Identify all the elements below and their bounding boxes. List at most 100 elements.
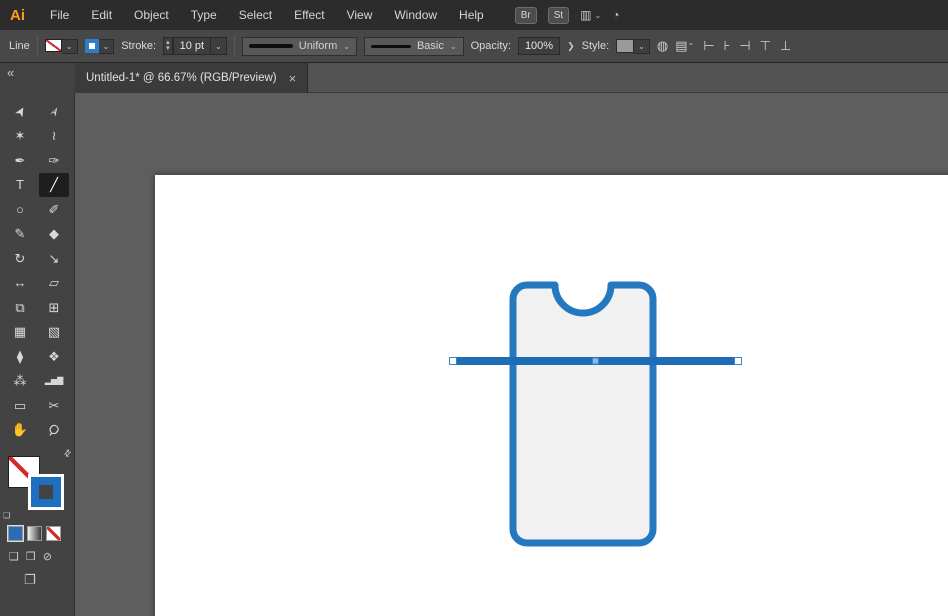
hand-tool[interactable]: ✋ — [5, 418, 35, 443]
selection-tool[interactable]: ➤ — [5, 99, 35, 124]
draw-normal-icon[interactable]: ❑ — [9, 550, 19, 563]
bridge-button[interactable]: Br — [515, 7, 537, 24]
panel-label: Line — [9, 40, 30, 52]
tab-close-icon[interactable]: × — [289, 71, 297, 86]
type-tool[interactable]: T — [5, 173, 35, 198]
stroke-swatch[interactable] — [28, 474, 64, 510]
menu-type[interactable]: Type — [180, 8, 228, 22]
stock-button[interactable]: St — [548, 7, 569, 24]
screen-mode-icon[interactable]: ❐ — [24, 572, 36, 587]
stepper-down-icon[interactable]: ▾ — [166, 46, 170, 52]
panel-collapse-button[interactable]: « — [0, 63, 75, 93]
free-transform-icon: ▱ — [49, 276, 59, 289]
ellipse-tool[interactable]: ○ — [5, 197, 35, 222]
stroke-weight-input[interactable]: 10 pt — [173, 37, 211, 55]
blend-tool[interactable]: ❖ — [39, 344, 69, 369]
gradient-button[interactable] — [27, 526, 42, 541]
menu-view[interactable]: View — [336, 8, 384, 22]
artwork-layer — [75, 93, 948, 616]
column-graph-icon: ▂▅▇ — [45, 377, 63, 385]
lasso-tool[interactable]: ≀ — [39, 124, 69, 149]
gradient-icon: ▧ — [48, 325, 60, 338]
stroke-color-dropdown[interactable]: ⌄ — [85, 39, 115, 54]
perspective-grid-tool[interactable]: ⊞ — [39, 295, 69, 320]
globe-icon[interactable]: ◍ — [657, 38, 668, 54]
artboard-icon: ▭ — [14, 399, 26, 412]
mesh-icon: ▦ — [14, 325, 26, 338]
width-tool[interactable]: ↔ — [5, 271, 35, 296]
width-icon: ↔ — [14, 276, 27, 289]
chevron-down-icon: ⌄ — [687, 38, 694, 54]
tank-top-shape[interactable] — [513, 285, 653, 543]
chevron-down-icon: ⌄ — [595, 11, 602, 20]
magic-wand-icon: ✶ — [15, 129, 26, 142]
menu-edit[interactable]: Edit — [80, 8, 123, 22]
align-right-icon[interactable]: ⊣ — [739, 38, 750, 54]
scale-tool[interactable]: ↘ — [39, 246, 69, 271]
style-dropdown[interactable]: ⌄ — [616, 39, 650, 54]
center-anchor-point[interactable] — [593, 358, 599, 364]
zoom-icon: Ϙ — [46, 422, 62, 438]
brush-definition-dropdown[interactable]: Basic ⌄ — [364, 37, 464, 56]
anchor-handle-left[interactable] — [450, 358, 457, 365]
perspective-grid-icon: ⊞ — [49, 301, 60, 314]
draw-inside-icon[interactable]: ⊘ — [43, 550, 52, 563]
anchor-handle-right[interactable] — [735, 358, 742, 365]
share-icon[interactable]: ◔ — [612, 8, 619, 22]
eyedropper-tool[interactable]: ⧫ — [5, 344, 35, 369]
menu-help[interactable]: Help — [448, 8, 495, 22]
free-transform-tool[interactable]: ▱ — [39, 271, 69, 296]
pen-tool[interactable]: ✒ — [5, 148, 35, 173]
align-center-icon[interactable]: ⊦ — [724, 38, 731, 54]
document-tab[interactable]: Untitled-1* @ 66.67% (RGB/Preview) × — [75, 63, 308, 93]
shape-builder-tool[interactable]: ⧉ — [5, 295, 35, 320]
line-segment-tool[interactable]: ╱ — [39, 173, 69, 198]
mesh-tool[interactable]: ▦ — [5, 320, 35, 345]
opacity-input[interactable]: 100% — [518, 37, 560, 55]
app-logo[interactable]: Ai — [0, 7, 39, 24]
stroke-weight-stepper[interactable]: ▴ ▾ — [163, 37, 173, 55]
chevron-down-icon[interactable]: ⌄ — [211, 37, 227, 55]
paintbrush-tool[interactable]: ✐ — [39, 197, 69, 222]
artboard-tool[interactable]: ▭ — [5, 393, 35, 418]
menubar-right: Br St ▥ ⌄ ◔ — [515, 7, 620, 24]
menu-select[interactable]: Select — [228, 8, 283, 22]
menu-file[interactable]: File — [39, 8, 80, 22]
width-profile-dropdown[interactable]: Uniform ⌄ — [242, 37, 357, 56]
curvature-tool[interactable]: ✑ — [39, 148, 69, 173]
menu-object[interactable]: Object — [123, 8, 180, 22]
menu-effect[interactable]: Effect — [283, 8, 335, 22]
align-left-icon[interactable]: ⊢ — [703, 38, 714, 54]
color-button[interactable] — [8, 526, 23, 541]
opacity-expand-icon[interactable]: ❯ — [567, 41, 575, 52]
symbol-sprayer-tool[interactable]: ⁂ — [5, 369, 35, 394]
draw-behind-icon[interactable]: ❒ — [26, 550, 36, 563]
direct-selection-tool[interactable]: ➢ — [39, 99, 69, 124]
magic-wand-tool[interactable]: ✶ — [5, 124, 35, 149]
pencil-tool[interactable]: ✎ — [5, 222, 35, 247]
menu-window[interactable]: Window — [383, 8, 448, 22]
slice-tool[interactable]: ✂ — [39, 393, 69, 418]
column-graph-tool[interactable]: ▂▅▇ — [39, 369, 69, 394]
document-setup-dropdown[interactable]: ▤ ⌄ — [675, 38, 694, 54]
hand-icon: ✋ — [12, 423, 28, 436]
eraser-tool[interactable]: ◆ — [39, 222, 69, 247]
swap-fill-stroke-icon[interactable]: ⇄ — [62, 447, 75, 460]
fill-color-dropdown[interactable]: ⌄ — [45, 39, 78, 54]
zoom-tool[interactable]: Ϙ — [39, 418, 69, 443]
ellipse-icon: ○ — [16, 203, 24, 216]
none-button[interactable] — [46, 526, 61, 541]
chevron-down-icon: ⌄ — [450, 42, 457, 51]
default-colors-icon[interactable]: ❏ — [3, 511, 10, 520]
align-bottom-icon[interactable]: ⊥ — [780, 38, 791, 54]
workspace-switcher[interactable]: ▥ ⌄ — [580, 8, 601, 22]
chevron-down-icon: ⌄ — [634, 39, 650, 54]
blend-icon: ❖ — [48, 350, 60, 363]
curvature-icon: ✑ — [49, 154, 60, 167]
rotate-tool[interactable]: ↻ — [5, 246, 35, 271]
brush-preview — [371, 45, 411, 48]
align-top-icon[interactable]: ⊤ — [760, 38, 771, 54]
canvas[interactable] — [75, 93, 948, 616]
gradient-tool[interactable]: ▧ — [39, 320, 69, 345]
tab-row: « Untitled-1* @ 66.67% (RGB/Preview) × — [0, 63, 948, 93]
